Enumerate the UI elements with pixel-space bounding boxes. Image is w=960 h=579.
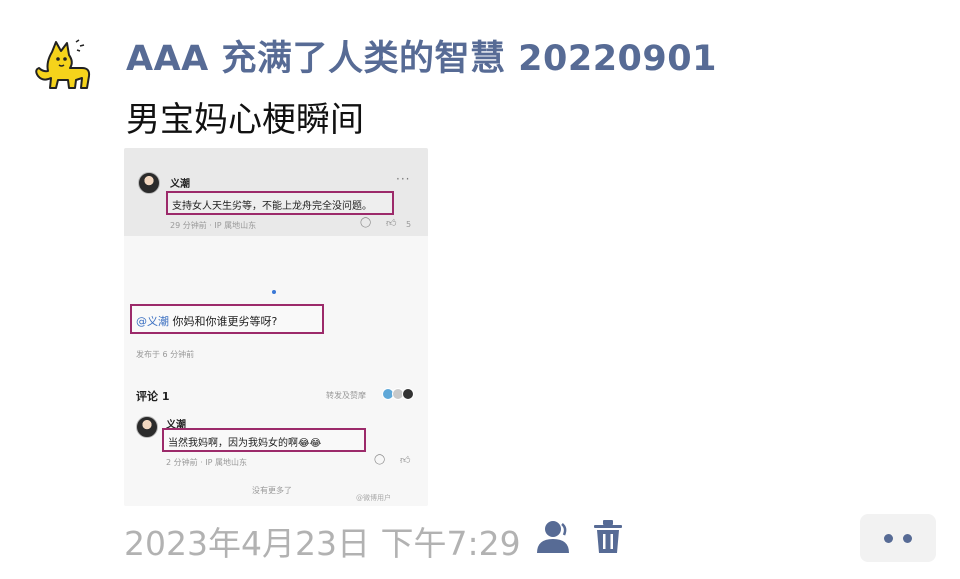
commenter-name: 义潮 — [170, 179, 190, 190]
watermark: @微博用户 — [356, 494, 391, 502]
highlighted-comment-reply: 当然我妈啊，因为我妈女的啊😂😂 — [162, 428, 366, 452]
post-image[interactable]: 义潮 ··· 支持女人天生劣等，不能上龙舟完全没问题。 29 分钟前 · IP … — [124, 148, 428, 506]
comment-avatar — [136, 416, 158, 438]
person-icon[interactable] — [534, 520, 574, 554]
comments-header: 评论 1 — [136, 390, 170, 403]
share-like-label: 转发及赞摩 — [326, 391, 366, 400]
more-options-button[interactable] — [860, 514, 936, 562]
comment-icon: ◯ — [360, 217, 372, 228]
yellow-cat-avatar-icon[interactable] — [30, 38, 92, 92]
post-text: 男宝妈心梗瞬间 — [126, 100, 364, 140]
comment-icon: ◯ — [374, 454, 386, 465]
page-indicator — [272, 290, 276, 294]
no-more-label: 没有更多了 — [252, 486, 292, 495]
dot — [903, 533, 912, 543]
trash-icon[interactable] — [592, 519, 624, 555]
like-icon: 👍︎ — [386, 218, 397, 229]
like-count: 5 — [406, 220, 412, 229]
highlighted-comment: 支持女人天生劣等，不能上龙舟完全没问题。 — [166, 191, 394, 215]
reply-meta: 发布于 6 分钟前 — [136, 350, 195, 359]
top-comment-card: 义潮 ··· 支持女人天生劣等，不能上龙舟完全没问题。 29 分钟前 · IP … — [124, 148, 428, 236]
post-author-name[interactable]: AAA 充满了人类的智慧 20220901 — [126, 30, 717, 81]
post-timestamp: 2023年4月23日 下午7:29 — [124, 524, 521, 563]
commenter-avatar — [138, 172, 160, 194]
like-icon: 👍︎ — [400, 455, 411, 466]
reply-text: 你妈和你谁更劣等呀? — [169, 315, 278, 328]
highlighted-reply: @义潮 你妈和你谁更劣等呀? — [130, 304, 324, 334]
reply-mention: @义潮 — [136, 315, 169, 328]
more-icon: ··· — [396, 172, 411, 186]
comment-reply-meta: 2 分钟前 · IP 属地山东 — [166, 458, 247, 467]
mini-avatar — [402, 388, 414, 400]
comment-meta: 29 分钟前 · IP 属地山东 — [170, 221, 257, 230]
dot — [884, 533, 893, 543]
